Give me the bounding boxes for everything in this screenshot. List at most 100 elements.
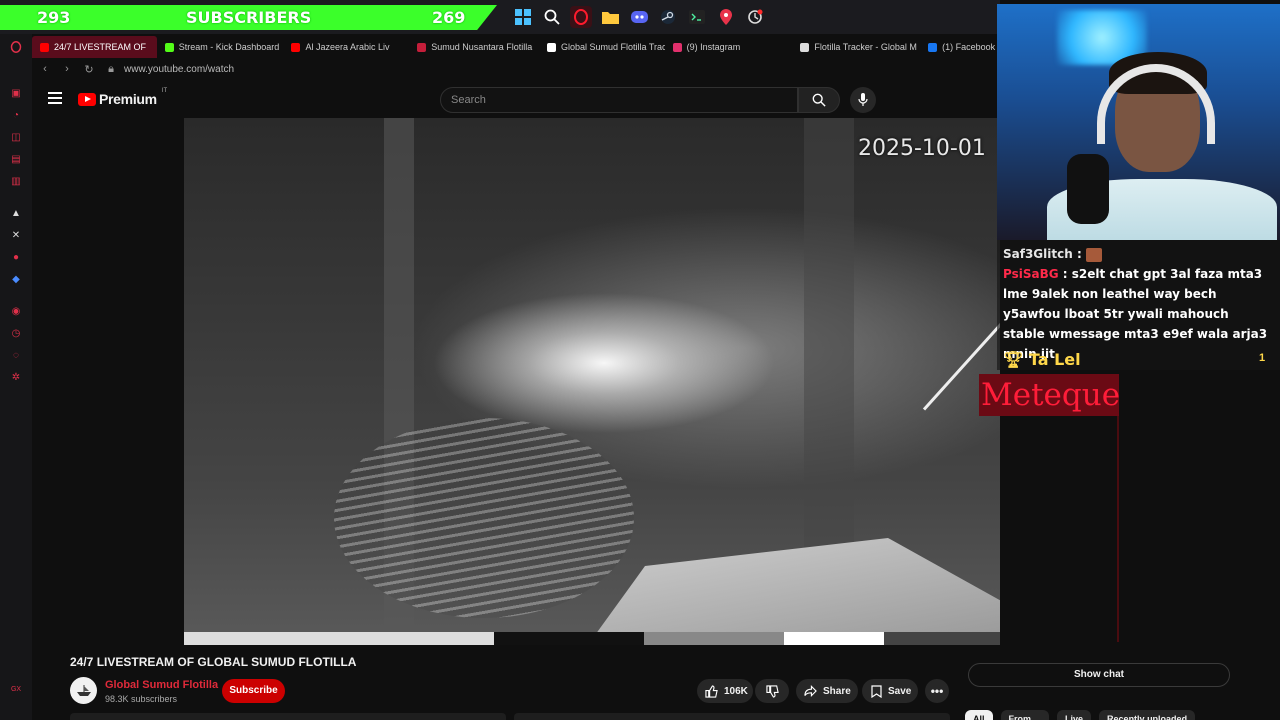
browser-tab[interactable]: Stream - Kick Dashboard xyxy=(157,36,284,58)
browser-tab[interactable]: Al Jazeera Arabic Liv xyxy=(283,36,409,58)
subscriber-goal: 269 xyxy=(432,8,466,27)
thumbs-down-icon xyxy=(765,684,779,698)
speed-dial-icon[interactable]: ◔ xyxy=(9,108,23,122)
leaderboard-entry: 🏆︎ Ta Lel xyxy=(1003,350,1081,369)
share-label: Share xyxy=(823,685,851,697)
search-button[interactable] xyxy=(798,87,840,113)
channel-subscribers: 98.3K subscribers xyxy=(105,694,178,704)
dislike-button[interactable] xyxy=(755,679,789,703)
video-bottom-strip xyxy=(184,632,1000,645)
trophy-icon: 🏆︎ xyxy=(1003,350,1024,369)
streaming-microphone xyxy=(1067,154,1109,224)
tab-label: (9) Instagram xyxy=(686,42,741,52)
browser-tab[interactable]: Flotilla Tracker - Global M xyxy=(792,36,920,58)
video-player[interactable]: 2025-10-01 xyxy=(184,118,1000,645)
description-box-edge xyxy=(70,713,950,720)
share-icon xyxy=(804,685,817,697)
tab-favicon-icon xyxy=(800,42,810,52)
browser-tab[interactable]: (9) Instagram xyxy=(665,36,793,58)
chat-bubble-icon[interactable]: ◌ xyxy=(9,348,23,362)
forward-icon[interactable]: › xyxy=(58,63,76,75)
screen: 293 SUBSCRIBERS 269 ▣ ◔ ◫ ▤ ▥ ▲ ✕ ● ◆ ◉ … xyxy=(0,0,1280,720)
tab-favicon-icon xyxy=(672,42,682,52)
chip-all[interactable]: All xyxy=(965,710,993,720)
tab-favicon-icon xyxy=(291,42,301,52)
channel-avatar[interactable] xyxy=(70,677,97,704)
folder-icon[interactable] xyxy=(599,6,621,28)
url-text[interactable]: www.youtube.com/watch xyxy=(124,64,234,75)
share-button[interactable]: Share xyxy=(796,679,858,703)
back-icon[interactable]: ‹ xyxy=(36,63,54,75)
video-timestamp: 2025-10-01 xyxy=(858,136,986,161)
menu-icon[interactable] xyxy=(48,92,62,104)
subscribe-button[interactable]: Subscribe xyxy=(222,679,285,703)
tab-label: Global Sumud Flotilla Trac xyxy=(560,42,665,52)
related-filter-chips: All From ... Live Recently uploaded xyxy=(965,710,1196,720)
taskbar-icons xyxy=(512,6,766,28)
tab-label: 24/7 LIVESTREAM OF xyxy=(54,42,147,52)
gx-logo-icon[interactable]: GX xyxy=(9,682,23,696)
voice-search-button[interactable] xyxy=(850,87,876,113)
messenger-icon[interactable]: ▥ xyxy=(9,174,23,188)
x-twitter-icon[interactable]: ✕ xyxy=(9,228,23,242)
leaderboard-name: Ta Lel xyxy=(1028,350,1081,369)
chat-message: PsiSaBG : s2elt chat gpt 3al faza mta3 l… xyxy=(1003,267,1268,361)
tab-favicon-icon xyxy=(417,42,427,52)
browser-tab[interactable]: 24/7 LIVESTREAM OF xyxy=(32,36,157,58)
video-water-reflection xyxy=(334,418,634,618)
browser-tabs: 24/7 LIVESTREAM OF Stream - Kick Dashboar… xyxy=(32,36,1000,58)
channel-name[interactable]: Global Sumud Flotilla xyxy=(105,679,218,691)
vpn-icon[interactable]: ◆ xyxy=(9,272,23,286)
show-chat-button[interactable]: Show chat xyxy=(968,663,1230,687)
chip-live[interactable]: Live xyxy=(1057,710,1092,720)
chip-recently-uploaded[interactable]: Recently uploaded xyxy=(1099,710,1196,720)
opera-icon[interactable] xyxy=(570,6,592,28)
save-button[interactable]: Save xyxy=(862,679,918,703)
browser-tab[interactable]: Sumud Nusantara Flotilla xyxy=(409,36,539,58)
player-icon[interactable]: ◉ xyxy=(9,304,23,318)
browser-tab[interactable]: Global Sumud Flotilla Trac xyxy=(539,36,665,58)
video-title: 24/7 LIVESTREAM OF GLOBAL SUMUD FLOTILLA xyxy=(70,655,357,669)
logo-region: IT xyxy=(161,88,168,94)
windows-icon[interactable] xyxy=(512,6,534,28)
tab-favicon-icon xyxy=(164,42,174,52)
chip-from[interactable]: From ... xyxy=(1000,710,1050,720)
maps-pin-icon[interactable] xyxy=(715,6,737,28)
chat-username: PsiSaBG xyxy=(1003,267,1059,281)
subscribers-label: SUBSCRIBERS xyxy=(186,8,312,27)
gx-control-icon[interactable]: ▣ xyxy=(9,86,23,100)
reload-icon[interactable]: ↻ xyxy=(80,63,98,76)
chat-username: Saf3Glitch xyxy=(1003,247,1073,261)
more-actions-button[interactable]: ••• xyxy=(925,679,949,703)
terminal-icon[interactable] xyxy=(686,6,708,28)
history-icon[interactable]: ◷ xyxy=(9,326,23,340)
more-icon: ••• xyxy=(930,684,944,698)
twitch-icon[interactable]: ▤ xyxy=(9,152,23,166)
tab-label: (1) Facebook xyxy=(942,42,996,52)
browser-tab[interactable]: (1) Facebook xyxy=(920,36,1000,58)
updates-icon[interactable] xyxy=(744,6,766,28)
lock-icon: 🔒︎ xyxy=(108,62,114,75)
like-button[interactable]: 106K xyxy=(697,679,753,703)
tab-label: Sumud Nusantara Flotilla xyxy=(431,42,533,52)
leaderboard-rank: 1 xyxy=(1259,352,1266,364)
overlay-divider xyxy=(1117,416,1119,642)
search-icon[interactable] xyxy=(541,6,563,28)
steam-icon[interactable] xyxy=(657,6,679,28)
follower-alert: Meteque xyxy=(979,374,1120,416)
youtube-play-icon xyxy=(78,92,96,106)
tab-label: Al Jazeera Arabic Liv xyxy=(305,42,390,52)
opera-menu-icon[interactable] xyxy=(9,40,23,54)
emote-icon xyxy=(1085,247,1102,262)
tab-favicon-icon xyxy=(40,42,49,52)
bag-icon[interactable]: ◫ xyxy=(9,130,23,144)
search-icon xyxy=(812,93,826,107)
music-icon[interactable]: ● xyxy=(9,250,23,264)
settings-icon[interactable]: ✲ xyxy=(9,370,23,384)
youtube-logo[interactable]: Premium IT xyxy=(78,88,168,107)
discord-icon[interactable] xyxy=(628,6,650,28)
search-input[interactable]: Search xyxy=(440,87,798,113)
browser-sidebar: ▣ ◔ ◫ ▤ ▥ ▲ ✕ ● ◆ ◉ ◷ ◌ ✲ GX xyxy=(0,34,32,720)
tab-favicon-icon xyxy=(546,42,556,52)
kick-icon[interactable]: ▲ xyxy=(9,206,23,220)
